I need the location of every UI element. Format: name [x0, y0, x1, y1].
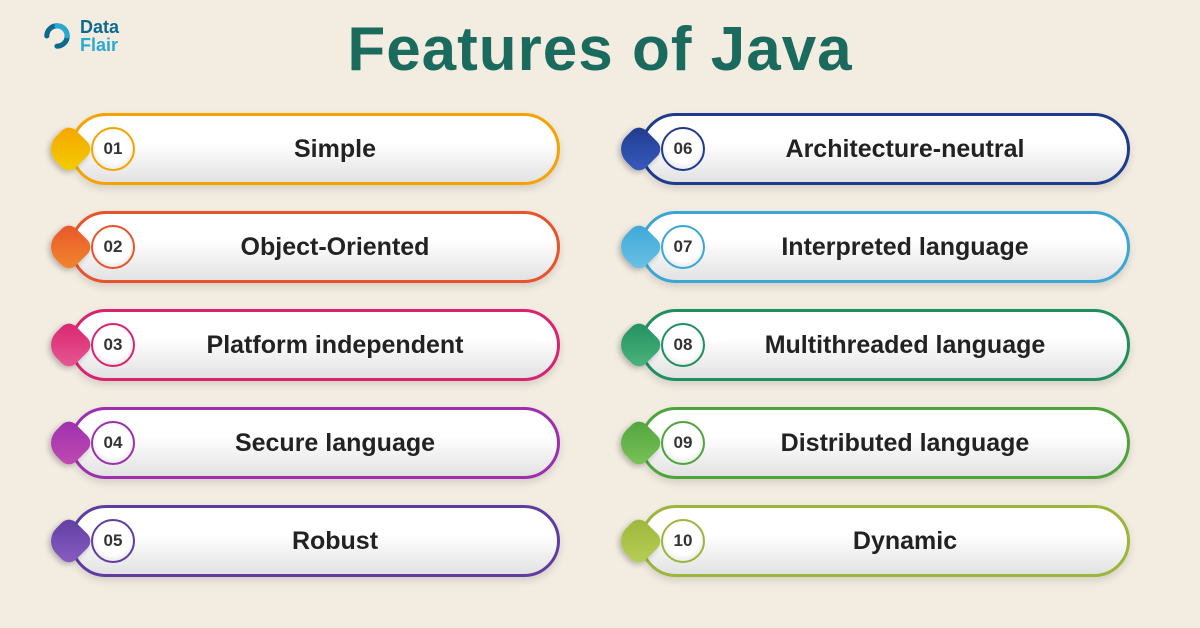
feature-label: Simple [143, 135, 557, 164]
feature-number: 08 [661, 323, 705, 367]
feature-number: 01 [91, 127, 135, 171]
feature-item: 09 Distributed language [640, 407, 1130, 479]
features-grid: 01 Simple 06 Architecture-neutral 02 Obj… [0, 85, 1200, 577]
feature-label: Platform independent [143, 331, 557, 360]
logo-line2: Flair [80, 36, 119, 54]
feature-number: 06 [661, 127, 705, 171]
feature-item: 08 Multithreaded language [640, 309, 1130, 381]
feature-label: Object-Oriented [143, 233, 557, 262]
feature-item: 04 Secure language [70, 407, 560, 479]
feature-number: 10 [661, 519, 705, 563]
feature-number: 04 [91, 421, 135, 465]
page-title: Features of Java [0, 0, 1200, 85]
feature-label: Secure language [143, 429, 557, 458]
logo-line1: Data [80, 18, 119, 36]
feature-item: 02 Object-Oriented [70, 211, 560, 283]
feature-item: 07 Interpreted language [640, 211, 1130, 283]
feature-item: 06 Architecture-neutral [640, 113, 1130, 185]
feature-label: Architecture-neutral [713, 135, 1127, 164]
feature-label: Multithreaded language [713, 331, 1127, 360]
feature-label: Dynamic [713, 527, 1127, 556]
logo-icon [40, 19, 74, 53]
feature-number: 03 [91, 323, 135, 367]
feature-number: 02 [91, 225, 135, 269]
feature-number: 05 [91, 519, 135, 563]
feature-number: 07 [661, 225, 705, 269]
logo-text: Data Flair [80, 18, 119, 54]
feature-item: 05 Robust [70, 505, 560, 577]
feature-label: Robust [143, 527, 557, 556]
feature-item: 01 Simple [70, 113, 560, 185]
feature-number: 09 [661, 421, 705, 465]
feature-item: 03 Platform independent [70, 309, 560, 381]
feature-label: Interpreted language [713, 233, 1127, 262]
feature-item: 10 Dynamic [640, 505, 1130, 577]
brand-logo: Data Flair [40, 18, 119, 54]
feature-label: Distributed language [713, 429, 1127, 458]
